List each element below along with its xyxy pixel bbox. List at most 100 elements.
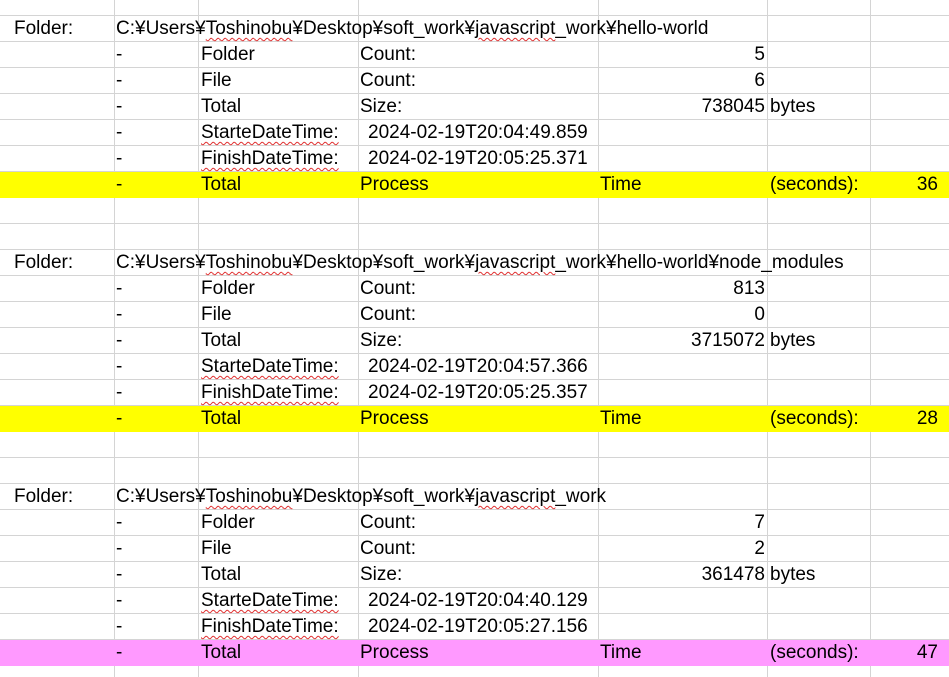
start-value-cell[interactable]: 2024-02-19T20:04:40.129 (368, 588, 588, 614)
spellcheck-underline: Toshinobu (205, 486, 293, 507)
summary-total-cell[interactable]: Total (201, 640, 356, 666)
finish-value-cell[interactable]: 2024-02-19T20:05:25.357 (368, 380, 588, 406)
start-value-cell[interactable]: 2024-02-19T20:04:49.859 (368, 120, 588, 146)
stat-name-cell[interactable]: Total (201, 562, 356, 588)
stat-kind-cell[interactable]: Count: (360, 42, 596, 68)
summary-time-cell[interactable]: Time (600, 406, 765, 432)
stat-unit-cell[interactable] (770, 536, 868, 562)
dash-cell[interactable]: - (116, 536, 196, 562)
dash-cell[interactable]: - (116, 68, 196, 94)
stat-value-cell[interactable]: 738045 (598, 94, 765, 120)
finish-time-row: - FinishDateTime: 2024-02-19T20:05:25.371 (0, 146, 949, 172)
dash-cell[interactable]: - (116, 406, 196, 432)
spellcheck-underline: javascript (475, 18, 556, 39)
start-value-cell[interactable]: 2024-02-19T20:04:57.366 (368, 354, 588, 380)
stat-unit-cell[interactable] (770, 302, 868, 328)
stat-kind-cell[interactable]: Size: (360, 562, 596, 588)
stat-name-cell[interactable]: File (201, 536, 356, 562)
folder-label[interactable]: Folder: (14, 16, 109, 42)
stat-value-cell[interactable]: 6 (598, 68, 765, 94)
stat-kind-cell[interactable]: Count: (360, 510, 596, 536)
stat-name-cell[interactable]: File (201, 302, 356, 328)
summary-total-cell[interactable]: Total (201, 172, 356, 198)
dash-cell[interactable]: - (116, 328, 196, 354)
finish-value-cell[interactable]: 2024-02-19T20:05:27.156 (368, 614, 588, 640)
stat-unit-cell[interactable] (770, 510, 868, 536)
summary-seconds-label[interactable]: (seconds): (770, 640, 868, 666)
stat-value-cell[interactable]: 3715072 (598, 328, 765, 354)
dash-cell[interactable]: - (116, 146, 196, 172)
stat-name-cell[interactable]: Folder (201, 276, 356, 302)
stat-name-cell[interactable]: Folder (201, 42, 356, 68)
folder-label[interactable]: Folder: (14, 250, 109, 276)
row-gridline (0, 223, 949, 224)
stat-value-cell[interactable]: 361478 (598, 562, 765, 588)
stat-unit-cell[interactable]: bytes (770, 94, 868, 120)
start-label-cell[interactable]: StarteDateTime: (201, 354, 361, 380)
stat-row: - File Count: 2 (0, 536, 949, 562)
finish-label-cell[interactable]: FinishDateTime: (201, 380, 361, 406)
start-time-row: - StarteDateTime: 2024-02-19T20:04:49.859 (0, 120, 949, 146)
folder-path-cell[interactable]: C:¥Users¥Toshinobu¥Desktop¥soft_work¥jav… (116, 250, 844, 276)
stat-name-cell[interactable]: Folder (201, 510, 356, 536)
stat-kind-cell[interactable]: Count: (360, 68, 596, 94)
stat-kind-cell[interactable]: Count: (360, 302, 596, 328)
stat-value-cell[interactable]: 7 (598, 510, 765, 536)
folder-path-cell[interactable]: C:¥Users¥Toshinobu¥Desktop¥soft_work¥jav… (116, 484, 606, 510)
stat-row: - Total Size: 738045 bytes (0, 94, 949, 120)
row-gridline (0, 457, 949, 458)
spellcheck-underline: Toshinobu (205, 18, 293, 39)
stat-kind-cell[interactable]: Count: (360, 536, 596, 562)
summary-seconds-value[interactable]: 36 (872, 172, 938, 198)
dash-cell[interactable]: - (116, 354, 196, 380)
folder-row: Folder: C:¥Users¥Toshinobu¥Desktop¥soft_w… (0, 250, 949, 276)
stat-unit-cell[interactable] (770, 42, 868, 68)
stat-value-cell[interactable]: 2 (598, 536, 765, 562)
spellcheck-underline: StarteDateTime: (201, 122, 339, 143)
summary-process-cell[interactable]: Process (360, 172, 596, 198)
stat-name-cell[interactable]: Total (201, 94, 356, 120)
stat-row: - Folder Count: 813 (0, 276, 949, 302)
dash-cell[interactable]: - (116, 302, 196, 328)
summary-seconds-label[interactable]: (seconds): (770, 406, 868, 432)
stat-unit-cell[interactable] (770, 276, 868, 302)
summary-seconds-value[interactable]: 47 (872, 640, 938, 666)
stat-unit-cell[interactable] (770, 68, 868, 94)
summary-time-cell[interactable]: Time (600, 172, 765, 198)
dash-cell[interactable]: - (116, 42, 196, 68)
stat-kind-cell[interactable]: Size: (360, 94, 596, 120)
start-label-cell[interactable]: StarteDateTime: (201, 120, 361, 146)
dash-cell[interactable]: - (116, 380, 196, 406)
summary-seconds-label[interactable]: (seconds): (770, 172, 868, 198)
dash-cell[interactable]: - (116, 562, 196, 588)
summary-seconds-value[interactable]: 28 (872, 406, 938, 432)
finish-value-cell[interactable]: 2024-02-19T20:05:25.371 (368, 146, 588, 172)
dash-cell[interactable]: - (116, 94, 196, 120)
summary-process-cell[interactable]: Process (360, 406, 596, 432)
dash-cell[interactable]: - (116, 510, 196, 536)
finish-label-cell[interactable]: FinishDateTime: (201, 614, 361, 640)
summary-time-cell[interactable]: Time (600, 640, 765, 666)
dash-cell[interactable]: - (116, 120, 196, 146)
stat-kind-cell[interactable]: Size: (360, 328, 596, 354)
dash-cell[interactable]: - (116, 172, 196, 198)
stat-value-cell[interactable]: 0 (598, 302, 765, 328)
dash-cell[interactable]: - (116, 640, 196, 666)
dash-cell[interactable]: - (116, 588, 196, 614)
summary-total-cell[interactable]: Total (201, 406, 356, 432)
stat-unit-cell[interactable]: bytes (770, 328, 868, 354)
start-label-cell[interactable]: StarteDateTime: (201, 588, 361, 614)
stat-name-cell[interactable]: Total (201, 328, 356, 354)
stat-name-cell[interactable]: File (201, 68, 356, 94)
summary-process-cell[interactable]: Process (360, 640, 596, 666)
folder-label[interactable]: Folder: (14, 484, 109, 510)
stat-value-cell[interactable]: 5 (598, 42, 765, 68)
folder-path-cell[interactable]: C:¥Users¥Toshinobu¥Desktop¥soft_work¥jav… (116, 16, 708, 42)
dash-cell[interactable]: - (116, 614, 196, 640)
stat-value-cell[interactable]: 813 (598, 276, 765, 302)
finish-label-cell[interactable]: FinishDateTime: (201, 146, 361, 172)
dash-cell[interactable]: - (116, 276, 196, 302)
start-time-row: - StarteDateTime: 2024-02-19T20:04:57.366 (0, 354, 949, 380)
stat-unit-cell[interactable]: bytes (770, 562, 868, 588)
stat-kind-cell[interactable]: Count: (360, 276, 596, 302)
